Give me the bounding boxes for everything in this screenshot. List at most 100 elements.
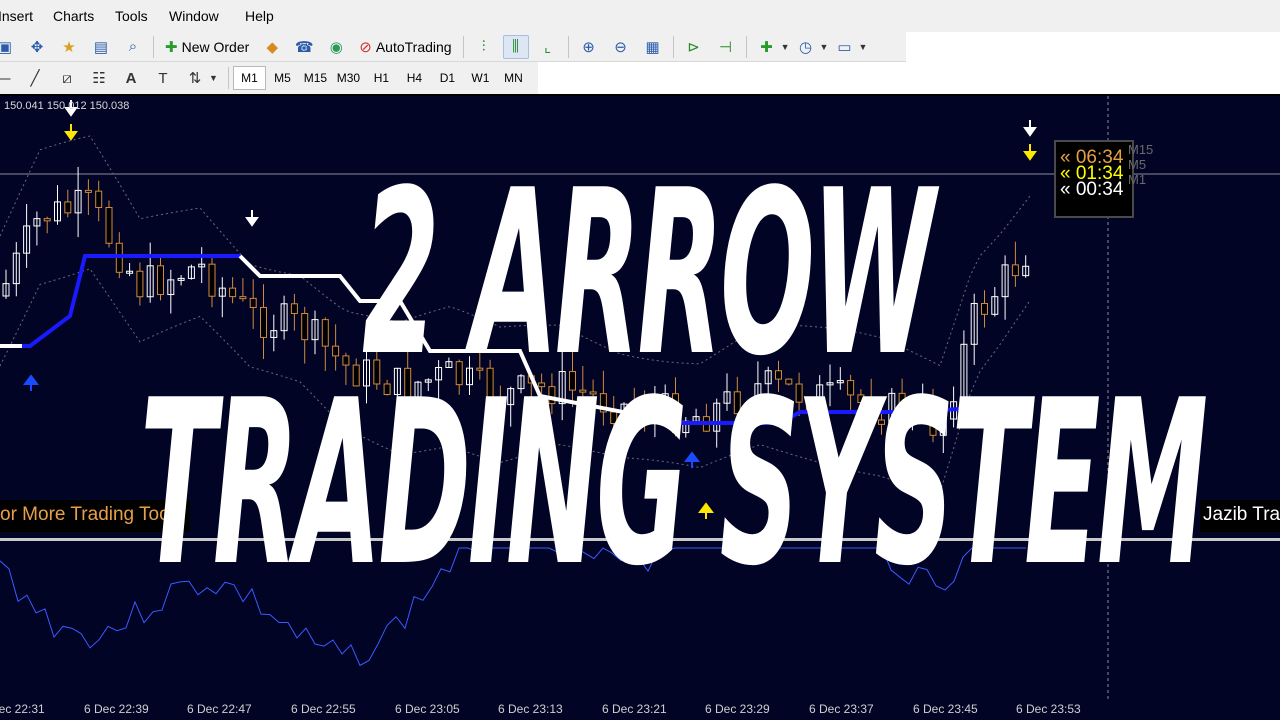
- menu-tools[interactable]: Tools: [115, 8, 169, 24]
- candle-body: [548, 386, 556, 405]
- timeframe-m1[interactable]: M1: [232, 66, 266, 90]
- line-chart-icon[interactable]: ⌞: [535, 35, 561, 59]
- auto-scroll-icon[interactable]: ⊳: [681, 35, 707, 59]
- candlestick-icon[interactable]: ⫼: [502, 34, 529, 59]
- market-icon[interactable]: ◉: [323, 35, 349, 59]
- price-readout: 150.041 150.012 150.038: [4, 100, 130, 112]
- subwindow-separator[interactable]: [0, 538, 1280, 541]
- timeframe-h1[interactable]: H1: [365, 66, 398, 90]
- signals-icon[interactable]: ☎: [291, 35, 317, 59]
- price-chart[interactable]: 150.041 150.012 150.038 « 06:34 « 01:34 …: [0, 96, 1280, 720]
- new-order-icon: ✚: [165, 38, 178, 56]
- standard-toolbar: ▣ ✥ ★ ▤ ⌕ ✚ New Order ◆ ☎ ◉ ⊘ AutoTradin…: [0, 32, 906, 62]
- candle-body: [610, 411, 618, 424]
- menu-window[interactable]: Window: [169, 8, 245, 24]
- candle-body: [805, 401, 813, 411]
- up-arrow-signal: [23, 374, 39, 391]
- menu-help[interactable]: Help: [245, 8, 295, 24]
- timer-tf-label: M15: [1128, 142, 1154, 157]
- candle-body: [239, 296, 247, 300]
- chevron-down-icon[interactable]: ▼: [209, 73, 218, 83]
- candle-body: [208, 263, 216, 297]
- candle-body: [569, 371, 576, 391]
- chevron-down-icon[interactable]: ▼: [820, 42, 829, 52]
- menu-insert[interactable]: Insert: [0, 8, 53, 24]
- candle-timer-panel: « 06:34 « 01:34 « 00:34: [1054, 140, 1134, 218]
- text-label-icon[interactable]: T: [150, 66, 176, 90]
- candle-body: [290, 303, 298, 314]
- new-order-button[interactable]: ✚ New Order: [161, 34, 253, 60]
- candle-body: [733, 391, 741, 415]
- candle-body: [1011, 264, 1019, 277]
- promo-banner-right: Jazib Tra: [1200, 500, 1280, 532]
- arrows-icon[interactable]: ⇅: [182, 66, 208, 90]
- timer-m1: « 00:34: [1060, 179, 1124, 200]
- timer-tf-label: M5: [1128, 157, 1147, 172]
- timeframe-m30[interactable]: M30: [332, 66, 365, 90]
- zoom-out-icon[interactable]: ⊖: [608, 35, 634, 59]
- candle-body: [84, 189, 92, 193]
- candle-body: [157, 265, 164, 296]
- candle-body: [672, 393, 679, 434]
- tile-windows-icon[interactable]: ▦: [640, 35, 666, 59]
- down-arrow-signal: [245, 210, 259, 227]
- toolbar-separator: [153, 35, 154, 58]
- candle-body: [342, 355, 350, 366]
- fibonacci-icon[interactable]: ☷: [86, 66, 112, 90]
- chevron-down-icon[interactable]: ▼: [858, 42, 867, 52]
- time-tick-label: 6 Dec 23:37: [809, 702, 874, 716]
- candle-body: [579, 389, 587, 393]
- chart-shift-icon[interactable]: ⊣: [713, 35, 739, 59]
- candle-body: [455, 361, 463, 386]
- candle-body: [136, 270, 144, 298]
- time-tick-label: 6 Dec 22:39: [84, 702, 149, 716]
- up-arrow-signal: [698, 502, 714, 519]
- toolbar-separator: [672, 35, 674, 58]
- chevron-down-icon[interactable]: ▼: [781, 42, 790, 52]
- timeframe-d1[interactable]: D1: [431, 66, 464, 90]
- time-tick-label: 6 Dec 23:53: [1016, 702, 1081, 716]
- candle-body: [260, 306, 267, 338]
- metaeditor-icon[interactable]: ◆: [259, 35, 285, 59]
- menu-charts[interactable]: Charts: [53, 8, 115, 24]
- horizontal-line-icon[interactable]: —: [0, 66, 16, 90]
- candle-body: [373, 359, 381, 385]
- new-chart-icon[interactable]: ▣: [0, 35, 18, 59]
- candle-body: [847, 380, 855, 396]
- toolbar-filler: [538, 62, 906, 94]
- envelope-upper: [0, 135, 1031, 367]
- time-tick-label: 6 Dec 23:21: [602, 702, 667, 716]
- favorites-icon[interactable]: ★: [56, 35, 82, 59]
- time-tick-label: 6 Dec 22:31: [0, 702, 45, 716]
- profiles-icon[interactable]: ✥: [24, 35, 50, 59]
- time-axis: 6 Dec 22:31 6 Dec 22:39 6 Dec 22:47 6 De…: [0, 700, 1280, 720]
- channel-icon[interactable]: ⧄: [54, 66, 80, 90]
- indicators-icon[interactable]: ✚: [754, 35, 780, 59]
- candle-body: [301, 312, 309, 341]
- candle-body: [332, 345, 340, 357]
- candle-body: [878, 419, 885, 425]
- toolbar-separator: [227, 67, 229, 89]
- text-icon[interactable]: A: [118, 66, 144, 90]
- candle-body: [383, 383, 391, 396]
- trend-line-blue: [680, 404, 1021, 425]
- data-window-icon[interactable]: ⌕: [120, 35, 146, 59]
- navigator-icon[interactable]: ▤: [88, 35, 114, 59]
- timeframe-w1[interactable]: W1: [464, 66, 497, 90]
- down-arrow-signal: [1023, 120, 1037, 137]
- candle-body: [857, 394, 865, 404]
- periods-icon[interactable]: ◷: [793, 35, 819, 59]
- envelope-lower: [0, 268, 1031, 494]
- candle-body: [352, 364, 360, 387]
- autotrading-button[interactable]: ⊘ AutoTrading: [355, 34, 455, 60]
- templates-icon[interactable]: ▭: [831, 35, 857, 59]
- candle-body: [795, 383, 803, 403]
- timeframe-mn[interactable]: MN: [497, 66, 530, 90]
- timeframe-h4[interactable]: H4: [398, 66, 431, 90]
- bar-chart-icon[interactable]: ⫶: [471, 35, 497, 59]
- timeframe-m5[interactable]: M5: [266, 66, 299, 90]
- trendline-icon[interactable]: ╱: [22, 66, 48, 90]
- timeframe-m15[interactable]: M15: [299, 66, 332, 90]
- autotrading-label: AutoTrading: [375, 38, 452, 55]
- zoom-in-icon[interactable]: ⊕: [576, 35, 602, 59]
